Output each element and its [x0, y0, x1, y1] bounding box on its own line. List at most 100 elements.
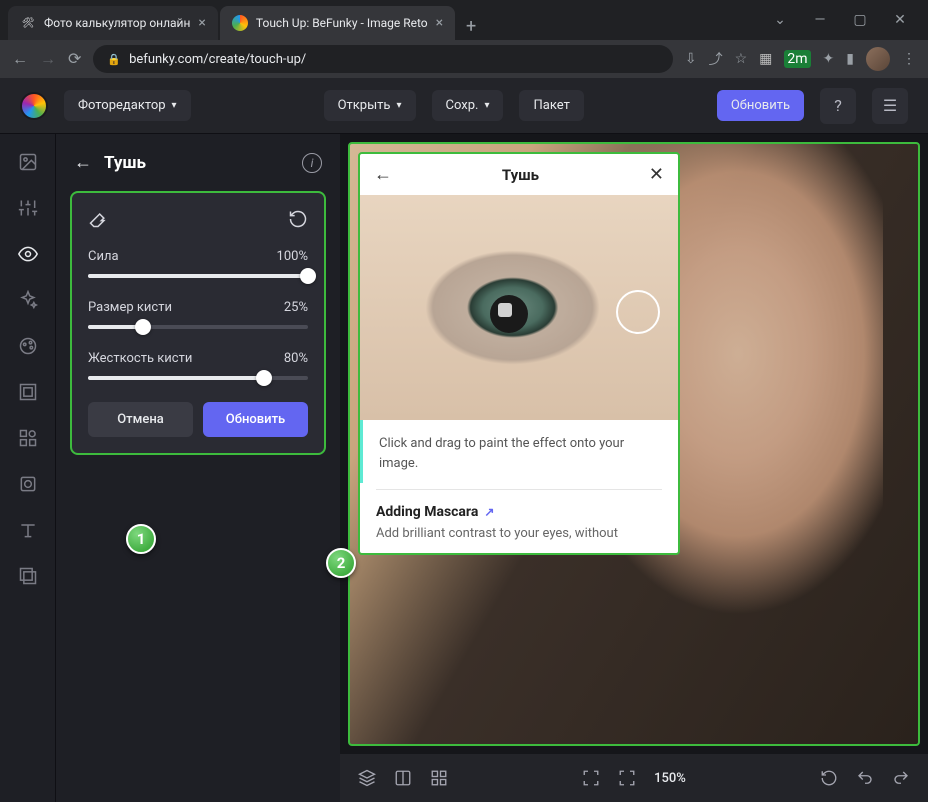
app-body: ← Тушь i Сила100% Размер кисти 25% — [0, 134, 928, 802]
image-canvas[interactable]: ← Тушь ✕ Click and drag to paint the eff… — [348, 142, 920, 746]
tip-instruction: Click and drag to paint the effect onto … — [360, 420, 674, 483]
favicon-icon: 🛠 — [20, 15, 36, 31]
slider-track[interactable] — [88, 274, 308, 278]
slider-thumb[interactable] — [300, 268, 316, 284]
divider — [376, 489, 662, 490]
slider-label: Размер кисти — [88, 300, 172, 315]
text-tool-icon[interactable] — [16, 518, 40, 542]
side-panel-icon[interactable]: ▮ — [846, 51, 854, 67]
control-card: Сила100% Размер кисти 25% Жесткость кисти… — [70, 191, 326, 455]
extension-badge[interactable]: 2m — [784, 50, 810, 68]
history-icon[interactable] — [820, 769, 838, 787]
minimize-icon[interactable]: — — [808, 12, 832, 28]
back-icon[interactable]: ← — [12, 49, 28, 69]
info-icon[interactable]: i — [302, 153, 322, 173]
bookmark-icon[interactable]: ☆ — [735, 51, 748, 67]
slider-hardness: Жесткость кисти80% — [88, 351, 308, 380]
tip-title: Тушь — [392, 166, 649, 184]
app-header: Фоторедактор▾ Открыть▾ Сохр.▾ Пакет Обно… — [0, 78, 928, 134]
back-icon[interactable]: ← — [74, 152, 92, 173]
compare-icon[interactable] — [394, 769, 412, 787]
share-icon[interactable]: ⤴ — [709, 49, 723, 69]
help-icon[interactable]: ? — [820, 88, 856, 124]
forward-icon[interactable]: → — [40, 49, 56, 69]
close-icon[interactable]: × — [198, 15, 205, 31]
slider-thumb[interactable] — [256, 370, 272, 386]
overlay-tool-icon[interactable] — [16, 472, 40, 496]
tip-article: Adding Mascara↗ Add brilliant contrast t… — [360, 496, 678, 553]
close-icon[interactable]: ✕ — [649, 164, 664, 185]
eraser-icon[interactable] — [88, 209, 108, 229]
url-input[interactable]: 🔒 befunky.com/create/touch-up/ — [93, 45, 672, 73]
reload-icon[interactable]: ⟳ — [68, 49, 81, 69]
open-label: Открыть — [338, 98, 391, 113]
open-button[interactable]: Открыть ▾ — [324, 90, 416, 121]
slider-strength: Сила100% — [88, 249, 308, 278]
chevron-down-icon[interactable]: ⌄ — [768, 12, 792, 28]
slider-label: Жесткость кисти — [88, 351, 192, 366]
touch-up-tool-icon[interactable] — [16, 242, 40, 266]
extensions-icon[interactable]: ✦ — [823, 51, 835, 67]
tip-header: ← Тушь ✕ — [360, 154, 678, 195]
frame-tool-icon[interactable] — [16, 380, 40, 404]
tab-title: Фото калькулятор онлайн — [44, 16, 190, 30]
effects-tool-icon[interactable] — [16, 288, 40, 312]
reset-icon[interactable] — [288, 209, 308, 229]
annotation-marker-2: 2 — [326, 548, 356, 578]
fit-icon[interactable] — [618, 769, 636, 787]
batch-button[interactable]: Пакет — [519, 90, 583, 121]
new-tab-button[interactable]: + — [457, 12, 485, 40]
redo-icon[interactable] — [892, 769, 910, 787]
window-controls: ⌄ — ▢ ✕ — [760, 12, 920, 28]
annotation-marker-1: 1 — [126, 524, 156, 554]
zoom-level[interactable]: 150% — [654, 771, 686, 786]
menu-icon[interactable]: ⋮ — [902, 51, 916, 67]
browser-tab-1[interactable]: 🛠 Фото калькулятор онлайн × — [8, 6, 218, 40]
tool-rail — [0, 134, 56, 802]
layers-icon[interactable] — [358, 769, 376, 787]
upgrade-button[interactable]: Обновить — [717, 90, 804, 121]
hamburger-icon[interactable]: ☰ — [872, 88, 908, 124]
slider-track[interactable] — [88, 325, 308, 329]
tip-popup: ← Тушь ✕ Click and drag to paint the eff… — [358, 152, 680, 555]
slider-track[interactable] — [88, 376, 308, 380]
upgrade-label: Обновить — [731, 98, 790, 113]
install-icon[interactable]: ⇩ — [685, 51, 697, 67]
close-icon[interactable]: × — [436, 15, 443, 31]
browser-titlebar: 🛠 Фото калькулятор онлайн × Touch Up: Be… — [0, 0, 928, 40]
undo-icon[interactable] — [856, 769, 874, 787]
apply-button[interactable]: Обновить — [203, 402, 308, 437]
save-label: Сохр. — [446, 98, 479, 113]
extension-icon[interactable]: ▦ — [759, 51, 772, 67]
slider-value: 25% — [284, 300, 308, 315]
avatar[interactable] — [866, 47, 890, 71]
chevron-down-icon: ▾ — [397, 100, 402, 111]
slider-value: 100% — [277, 249, 308, 264]
address-bar: ← → ⟳ 🔒 befunky.com/create/touch-up/ ⇩ ⤴… — [0, 40, 928, 78]
save-button[interactable]: Сохр.▾ — [432, 90, 504, 121]
app-logo[interactable] — [20, 92, 48, 120]
toolbar-icons: ⇩ ⤴ ☆ ▦ 2m ✦ ▮ ⋮ — [685, 47, 916, 71]
card-actions: Отмена Обновить — [88, 402, 308, 437]
fullscreen-icon[interactable] — [582, 769, 600, 787]
adjust-tool-icon[interactable] — [16, 196, 40, 220]
chevron-down-icon: ▾ — [172, 100, 177, 111]
browser-tab-2[interactable]: Touch Up: BeFunky - Image Reto × — [220, 6, 455, 40]
image-tool-icon[interactable] — [16, 150, 40, 174]
brush-cursor-icon — [616, 290, 660, 334]
close-window-icon[interactable]: ✕ — [888, 12, 912, 28]
canvas-area: ← Тушь ✕ Click and drag to paint the eff… — [340, 134, 928, 802]
cancel-button[interactable]: Отмена — [88, 402, 193, 437]
maximize-icon[interactable]: ▢ — [848, 12, 872, 28]
slider-thumb[interactable] — [135, 319, 151, 335]
tip-article-link[interactable]: Adding Mascara↗ — [376, 504, 662, 520]
back-icon[interactable]: ← — [374, 164, 392, 185]
panel-header: ← Тушь i — [56, 152, 340, 191]
tab-title: Touch Up: BeFunky - Image Reto — [256, 16, 428, 30]
panel-title: Тушь — [104, 153, 290, 173]
editor-dropdown[interactable]: Фоторедактор▾ — [64, 90, 191, 121]
texture-tool-icon[interactable] — [16, 564, 40, 588]
artsy-tool-icon[interactable] — [16, 334, 40, 358]
graphics-tool-icon[interactable] — [16, 426, 40, 450]
grid-icon[interactable] — [430, 769, 448, 787]
